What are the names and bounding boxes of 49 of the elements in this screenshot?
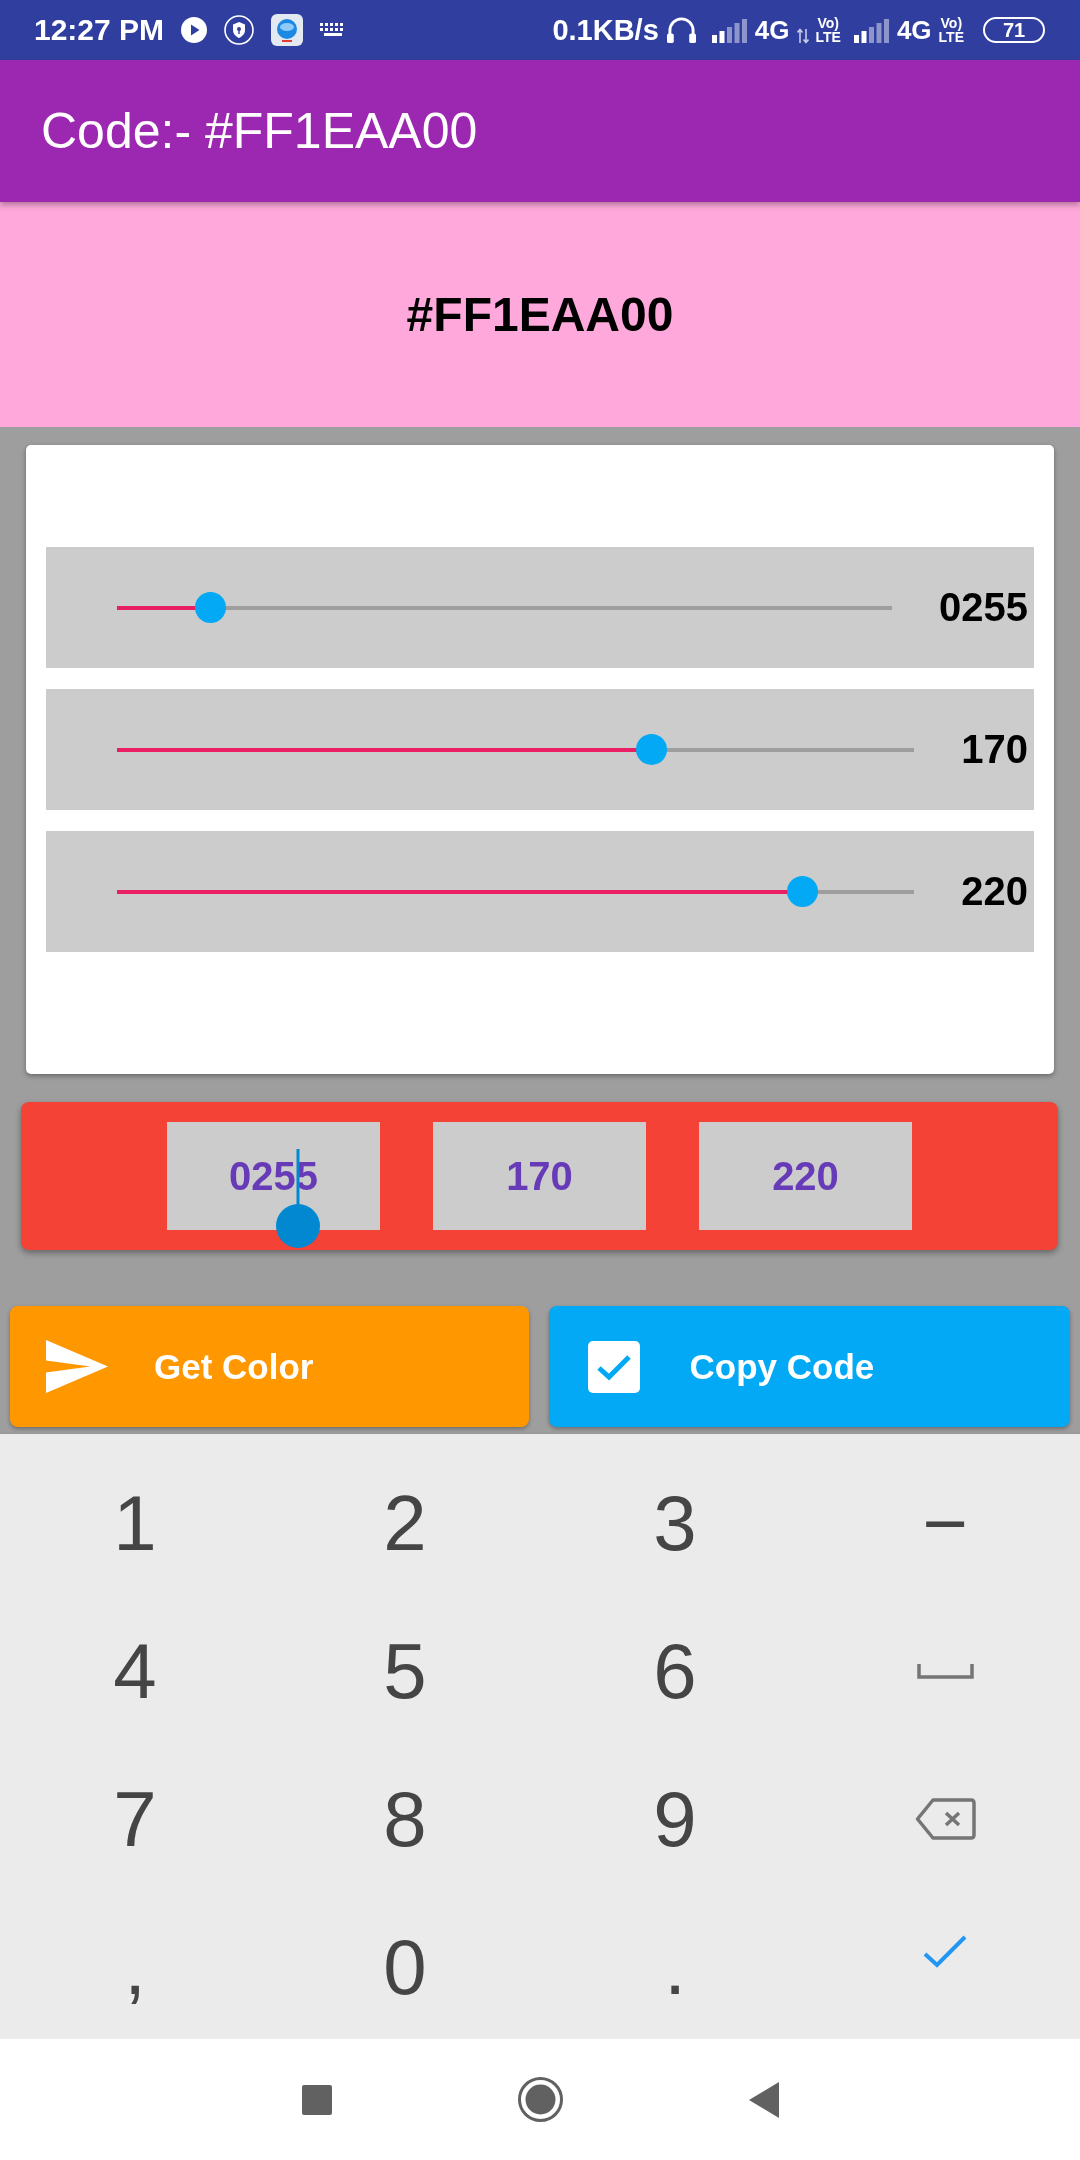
keyboard-key[interactable]: 4: [113, 1632, 157, 1710]
keyboard-key[interactable]: 8: [383, 1780, 427, 1858]
keyboard-key[interactable]: 0: [383, 1928, 427, 2006]
volte-text: LTE: [815, 30, 841, 44]
home-icon[interactable]: [517, 2077, 563, 2122]
backspace-key[interactable]: [914, 1798, 976, 1840]
enter-key[interactable]: [923, 1934, 967, 1968]
check-icon: [923, 1934, 967, 1968]
slider-value: 0255: [939, 585, 1028, 630]
slider-thumb[interactable]: [635, 734, 667, 765]
network-type-text: 4G: [754, 14, 790, 46]
network-type-text: 4G: [896, 14, 932, 46]
volte-text: Vo): [940, 16, 963, 30]
battery-indicator: 71: [983, 17, 1045, 43]
back-icon[interactable]: [748, 2081, 779, 2118]
play-icon: [181, 17, 208, 43]
headphone-icon: [665, 15, 697, 45]
app-icon: [271, 14, 304, 46]
keyboard-key[interactable]: −: [922, 1484, 968, 1562]
backspace-icon: [914, 1798, 976, 1840]
keyboard-key[interactable]: .: [664, 1928, 686, 2006]
slider-value: 170: [961, 727, 1028, 772]
slider-thumb[interactable]: [194, 592, 226, 623]
keyboard-key[interactable]: 2: [383, 1484, 427, 1562]
checkbox-icon: [587, 1340, 640, 1393]
status-time: 12:27 PM: [34, 13, 165, 47]
signal-icon: [853, 17, 890, 43]
space-bar-icon: [916, 1663, 974, 1679]
send-icon: [46, 1340, 108, 1393]
keyboard-key[interactable]: 7: [113, 1780, 157, 1858]
volte-text: LTE: [938, 30, 964, 44]
input-field[interactable]: 220: [699, 1122, 912, 1230]
signal-icon: [711, 17, 748, 43]
slider-value: 220: [961, 869, 1028, 914]
volte-text: Vo): [817, 16, 839, 30]
keyboard-key[interactable]: 1: [113, 1484, 157, 1562]
app-bar-title: Code:- #FF1EAA00: [41, 102, 478, 160]
input-field[interactable]: 170: [433, 1122, 646, 1230]
shield-icon: [224, 15, 255, 45]
net-speed-text: 0.1KB/s: [552, 13, 659, 47]
slider-thumb[interactable]: [787, 876, 819, 907]
keyboard-key[interactable]: 5: [383, 1632, 427, 1710]
square-icon[interactable]: [301, 2084, 332, 2115]
keyboard-key[interactable]: 9: [653, 1780, 697, 1858]
color-code-text: #FF1EAA00: [406, 287, 674, 342]
space-key[interactable]: [916, 1663, 974, 1679]
keyboard-key[interactable]: 6: [653, 1632, 697, 1710]
keyboard-key[interactable]: ,: [124, 1928, 146, 2006]
keyboard-key[interactable]: 3: [653, 1484, 697, 1562]
